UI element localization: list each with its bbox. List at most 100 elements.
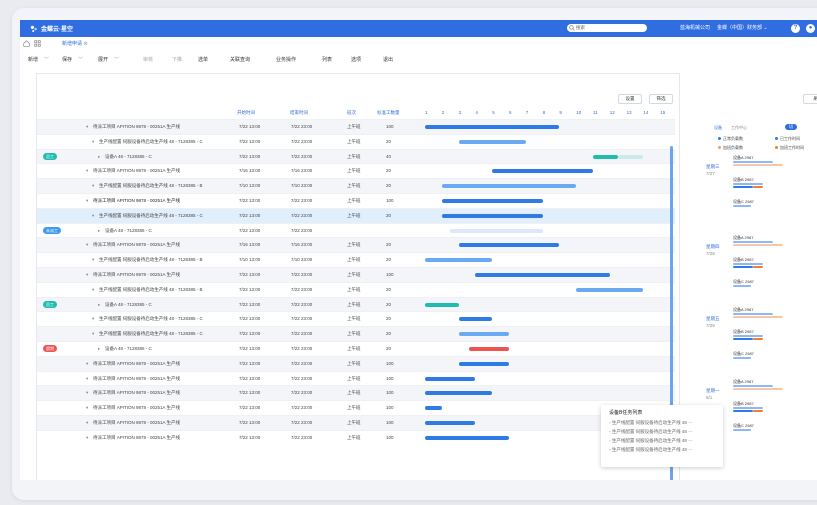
settings-button[interactable]: 设置	[618, 94, 642, 104]
menu-item[interactable]: 保存 ﹀	[62, 56, 83, 63]
table-row[interactable]: ▾ 待派工项目 APITION 9878 - 00251A 生产线 7/22 13:…	[37, 415, 675, 430]
expand-icon[interactable]: ▾	[86, 390, 88, 396]
expand-icon[interactable]: ▾	[92, 257, 94, 263]
menu-item[interactable]: 展开 ﹀	[98, 56, 119, 63]
expand-icon[interactable]: ▾	[86, 435, 88, 441]
expand-icon[interactable]: ▾	[92, 331, 94, 337]
expand-icon[interactable]: ▾	[86, 124, 88, 130]
gantt-bar[interactable]	[441, 199, 543, 203]
home-icon[interactable]	[23, 40, 30, 47]
view-toggle[interactable]: 切	[785, 124, 797, 130]
gantt-bar[interactable]	[468, 347, 509, 351]
menu-item[interactable]: 审核	[143, 56, 153, 63]
table-row[interactable]: ▾ 生产线配置 伺服设备待启动生产线 48 - 7128385 - B 7/10 1…	[37, 252, 675, 267]
tab-new-request[interactable]: 新增申请 ⊗	[62, 40, 88, 47]
gantt-bar[interactable]	[492, 169, 593, 174]
table-row[interactable]: 未派工 ▸ 设备A 48 - 7128385 - C 7/22 13:00 7/22 2…	[37, 222, 675, 238]
chevron-down-icon[interactable]: ﹀	[78, 56, 83, 63]
menu-item[interactable]: 下推	[172, 56, 182, 63]
gantt-bar[interactable]	[425, 376, 476, 381]
gantt-bar[interactable]	[475, 273, 610, 277]
search-icon	[569, 25, 575, 31]
menu-item[interactable]: 新增 ﹀	[28, 56, 49, 63]
gantt-bar[interactable]	[576, 287, 644, 292]
close-icon[interactable]: ⊗	[83, 41, 87, 47]
gantt-bar[interactable]	[450, 228, 543, 233]
help-icon[interactable]: ?	[791, 24, 800, 33]
gantt-bar[interactable]	[458, 361, 509, 366]
org-selector[interactable]: 金蝶（中国）财务部 ⌄	[717, 24, 768, 33]
gantt-bar[interactable]	[593, 154, 619, 159]
expand-icon[interactable]: ▾	[92, 183, 94, 189]
user-avatar[interactable]: ●	[806, 24, 815, 33]
table-row[interactable]: 超期 ▸ 设备A 48 - 7128385 - C 7/22 13:00 7/22 23…	[37, 341, 675, 356]
expand-icon[interactable]: ▾	[92, 213, 94, 219]
menu-item[interactable]: 关联查询	[230, 56, 250, 63]
expand-icon[interactable]: ▾	[86, 376, 88, 382]
table-row[interactable]: ▾ 待派工项目 APITION 9878 - 00251A 生产线 7/22 13:…	[37, 119, 675, 134]
table-row[interactable]: 员工 ▸ 设备A 48 - 7128385 - C 7/22 13:00 7/22 23…	[37, 296, 675, 312]
table-row[interactable]: ▾ 待派工项目 APITION 9878 - 00251A 生产线 7/16 13:…	[37, 163, 675, 178]
gantt-bar[interactable]	[425, 421, 476, 425]
table-row[interactable]: ▾ 待派工项目 APITION 9878 - 00251A 生产线 7/16 13:…	[37, 237, 675, 253]
table-row[interactable]: ▾ 待派工项目 APITION 9878 - 00251A 生产线 7/22 13:…	[37, 429, 675, 445]
expand-icon[interactable]: ▸	[98, 228, 100, 234]
gantt-bar[interactable]	[425, 125, 560, 129]
filter-button[interactable]: 筛选	[649, 94, 673, 104]
table-row[interactable]: ▾ 生产线配置 伺服设备待启动生产线 48 - 7128385 - B 7/22 1…	[37, 281, 675, 297]
chevron-down-icon[interactable]: ﹀	[44, 56, 49, 63]
table-row[interactable]: ▾ 待派工项目 APITION 9878 - 00251A 生产线 7/22 13:…	[37, 355, 675, 371]
tab-device[interactable]: 设备	[714, 125, 722, 131]
expand-icon[interactable]: ▾	[86, 420, 88, 426]
expand-icon[interactable]: ▾	[92, 316, 94, 322]
expand-icon[interactable]: ▾	[86, 242, 88, 248]
expand-icon[interactable]: ▾	[92, 139, 94, 145]
gantt-bar[interactable]	[425, 435, 509, 440]
popup-item[interactable]: ◦ 生产线配置 伺服设备待启动生产线 48 ···	[609, 429, 693, 435]
menu-item[interactable]: 选单	[198, 56, 208, 63]
gantt-bar[interactable]	[425, 406, 442, 411]
table-row[interactable]: ▾ 生产线配置 伺服设备待启动生产线 48 - 7128385 - C 7/22 1…	[37, 207, 675, 223]
grid-icon[interactable]	[34, 40, 41, 47]
refresh-button[interactable]: 刷新	[803, 94, 817, 104]
company-name[interactable]: 蓝海机械公司	[680, 24, 710, 33]
gantt-bar[interactable]	[458, 243, 560, 248]
chevron-down-icon[interactable]: ﹀	[114, 56, 119, 63]
gantt-bar[interactable]	[425, 258, 493, 263]
expand-icon[interactable]: ▾	[86, 361, 88, 367]
table-row[interactable]: ▾ 生产线配置 伺服设备待启动生产线 48 - 7128385 - B 7/10 1…	[37, 178, 675, 193]
menu-item[interactable]: 列表	[322, 56, 332, 63]
expand-icon[interactable]: ▸	[98, 302, 100, 308]
gantt-bar[interactable]	[441, 184, 577, 189]
menu-item[interactable]: 退出	[383, 56, 393, 63]
tab-work-center[interactable]: 工作中心	[731, 125, 747, 131]
table-row[interactable]: ▾ 待派工项目 APITION 9878 - 00251A 生产线 7/22 13:…	[37, 267, 675, 282]
expand-icon[interactable]: ▾	[86, 198, 88, 204]
expand-icon[interactable]: ▾	[86, 272, 88, 278]
table-row[interactable]: ▾ 生产线配置 伺服设备待启动生产线 48 - 7128385 - C 7/22 1…	[37, 133, 675, 149]
table-row[interactable]: ▾ 生产线配置 伺服设备待启动生产线 48 - 7128385 - C 7/22 1…	[37, 311, 675, 326]
search-input[interactable]: 搜索	[567, 24, 647, 32]
popup-item[interactable]: ◦ 生产线配置 伺服设备待启动生产线 48 ···	[609, 438, 693, 444]
menu-item[interactable]: 选项	[351, 56, 361, 63]
expand-icon[interactable]: ▾	[92, 287, 94, 293]
table-row[interactable]: ▾ 生产线配置 伺服设备待启动生产线 48 - 7128385 - C 7/22 1…	[37, 326, 675, 341]
popup-item[interactable]: ◦ 生产线配置 伺服设备待启动生产线 48 ···	[609, 447, 693, 453]
menu-item[interactable]: 业务操作	[276, 56, 296, 63]
table-row[interactable]: ▾ 待派工项目 APITION 9878 - 00251A 生产线 7/22 13:…	[37, 370, 675, 386]
popup-item[interactable]: ◦ 生产线配置 伺服设备待启动生产线 48 ···	[609, 420, 693, 426]
table-row[interactable]: ▾ 待派工项目 APITION 9878 - 00251A 生产线 7/22 13:…	[37, 400, 675, 415]
table-row[interactable]: ▾ 待派工项目 APITION 9878 - 00251A 生产线 7/22 13:…	[37, 193, 675, 208]
table-row[interactable]: ▾ 待派工项目 APITION 9878 - 00251A 生产线 7/22 13:…	[37, 385, 675, 401]
gantt-bar[interactable]	[458, 317, 493, 322]
expand-icon[interactable]: ▾	[86, 405, 88, 411]
gantt-bar[interactable]	[441, 213, 543, 218]
expand-icon[interactable]: ▸	[98, 346, 100, 352]
expand-icon[interactable]: ▸	[98, 154, 100, 160]
gantt-bar[interactable]	[425, 302, 459, 307]
expand-icon[interactable]: ▾	[86, 168, 88, 174]
gantt-bar[interactable]	[458, 139, 526, 144]
table-row[interactable]: 员工 ▸ 设备A 48 - 7128385 - C 7/22 13:00 7/22 23…	[37, 148, 675, 164]
gantt-bar[interactable]	[425, 391, 493, 396]
gantt-bar[interactable]	[458, 332, 509, 337]
